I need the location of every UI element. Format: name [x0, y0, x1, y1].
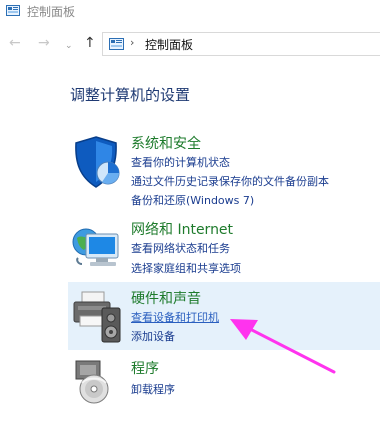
- link-file-history[interactable]: 通过文件历史记录保存你的文件备份副本: [131, 173, 329, 189]
- printer-speaker-icon: [73, 291, 121, 343]
- page-title: 调整计算机的设置: [70, 86, 191, 104]
- breadcrumb[interactable]: 控制面板: [145, 36, 193, 53]
- network-globe-icon: [72, 228, 119, 266]
- link-homegroup-sharing[interactable]: 选择家庭组和共享选项: [131, 260, 241, 276]
- back-arrow-icon[interactable]: ←: [9, 36, 21, 50]
- category-title[interactable]: 硬件和声音: [131, 288, 201, 308]
- category-network-internet: 网络和 Internet 查看网络状态和任务 选择家庭组和共享选项: [68, 216, 380, 280]
- security-shield-icon: [75, 136, 120, 188]
- link-backup-restore[interactable]: 备份和还原(Windows 7): [131, 192, 254, 208]
- breadcrumb-separator[interactable]: ›: [130, 36, 134, 49]
- title-bar: 控制面板: [0, 0, 380, 26]
- category-system-security: 系统和安全 查看你的计算机状态 通过文件历史记录保存你的文件备份副本 备份和还原…: [68, 131, 380, 211]
- category-title[interactable]: 程序: [131, 358, 159, 378]
- category-hardware-sound: 硬件和声音 查看设备和打印机 添加设备: [68, 282, 380, 350]
- window-title: 控制面板: [27, 5, 76, 19]
- address-bar[interactable]: › 控制面板: [102, 32, 380, 56]
- control-panel-icon: [6, 5, 20, 16]
- navigation-bar: ← → ⌄ ↑ › 控制面板: [0, 30, 380, 60]
- up-arrow-icon[interactable]: ↑: [84, 36, 96, 50]
- chevron-down-icon[interactable]: ⌄: [65, 39, 73, 53]
- control-panel-icon: [109, 38, 124, 50]
- link-add-device[interactable]: 添加设备: [131, 328, 175, 344]
- category-title[interactable]: 系统和安全: [131, 133, 201, 153]
- category-programs: 程序 卸载程序: [68, 353, 380, 405]
- link-view-computer-status[interactable]: 查看你的计算机状态: [131, 154, 230, 170]
- programs-disc-icon: [75, 360, 109, 404]
- link-uninstall-program[interactable]: 卸载程序: [131, 381, 175, 397]
- link-network-status[interactable]: 查看网络状态和任务: [131, 240, 230, 256]
- category-title[interactable]: 网络和 Internet: [131, 219, 233, 239]
- link-devices-printers[interactable]: 查看设备和打印机: [131, 309, 219, 325]
- forward-arrow-icon[interactable]: →: [38, 36, 50, 50]
